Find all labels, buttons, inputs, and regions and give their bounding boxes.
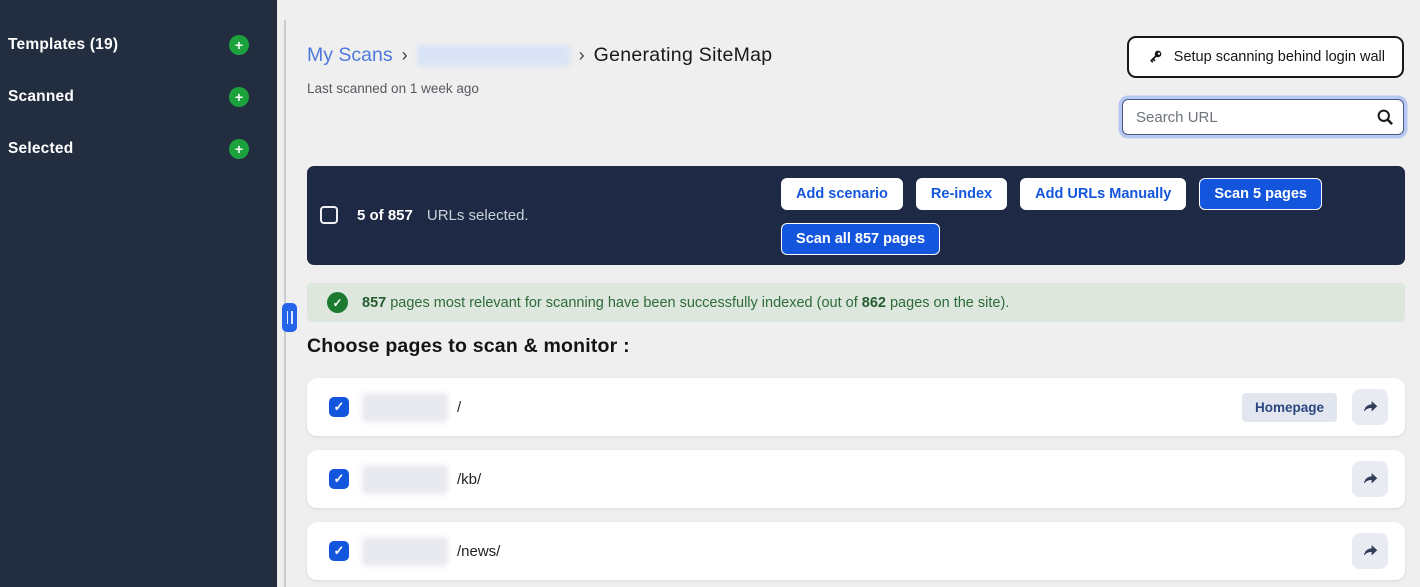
share-arrow-icon [1361, 470, 1380, 489]
success-check-icon: ✓ [327, 292, 348, 313]
table-row: ✓ / Homepage [307, 378, 1405, 436]
redacted-domain [362, 537, 448, 566]
scan-all-count: 857 [855, 231, 879, 247]
last-scanned-text: Last scanned on 1 week ago [307, 81, 479, 96]
scan-selected-pages-button[interactable]: Scan 5 pages [1199, 178, 1322, 210]
add-scanned-button[interactable]: + [229, 87, 249, 107]
indexed-count: 857 [362, 295, 386, 311]
table-row: ✓ /news/ [307, 522, 1405, 580]
total-pages-count: 862 [862, 295, 886, 311]
page-title: Choose pages to scan & monitor : [307, 335, 630, 358]
url-path: / [457, 399, 461, 416]
index-success-banner: ✓ 857 pages most relevant for scanning h… [307, 283, 1405, 322]
setup-login-wall-button[interactable]: Setup scanning behind login wall [1127, 36, 1404, 78]
chevron-right-icon: › [579, 45, 585, 66]
check-icon: ✓ [334, 471, 345, 487]
add-scenario-button[interactable]: Add scenario [781, 178, 903, 210]
url-path: /kb/ [457, 471, 481, 488]
check-icon: ✓ [334, 399, 345, 415]
plus-icon: + [235, 88, 243, 106]
select-all-checkbox[interactable] [320, 206, 338, 224]
sidebar-item-scanned[interactable]: Scanned + [8, 86, 249, 108]
selected-count: 5 of 857 [357, 207, 413, 224]
row-checkbox[interactable]: ✓ [329, 397, 349, 417]
chevron-right-icon: › [402, 45, 408, 66]
main-content: My Scans › › Generating SiteMap Last sca… [277, 0, 1420, 587]
redacted-domain [362, 393, 448, 422]
breadcrumb-link-my-scans[interactable]: My Scans [307, 44, 393, 67]
breadcrumb-current: Generating SiteMap [594, 44, 773, 67]
check-icon: ✓ [334, 543, 345, 559]
reindex-button[interactable]: Re-index [916, 178, 1007, 210]
sidebar-item-selected[interactable]: Selected + [8, 138, 249, 160]
open-url-button[interactable] [1352, 533, 1388, 569]
selection-summary: 5 of 857 URLs selected. [320, 206, 529, 224]
url-list: ✓ / Homepage ✓ /kb/ [307, 378, 1405, 587]
key-icon [1146, 48, 1164, 66]
share-arrow-icon [1361, 398, 1380, 417]
table-row: ✓ /kb/ [307, 450, 1405, 508]
url-path: /news/ [457, 543, 500, 560]
sidebar-item-label: Scanned [8, 88, 74, 106]
panel-resize-handle[interactable] [282, 303, 297, 332]
banner-text: 857 pages most relevant for scanning hav… [362, 295, 1009, 311]
selected-label: URLs selected. [427, 207, 529, 224]
add-selected-button[interactable]: + [229, 139, 249, 159]
sidebar: Templates (19) + Scanned + Selected + [0, 0, 277, 587]
search-box [1122, 99, 1404, 135]
search-input[interactable] [1122, 99, 1404, 135]
row-checkbox[interactable]: ✓ [329, 541, 349, 561]
redacted-site-name[interactable] [417, 45, 570, 66]
breadcrumb: My Scans › › Generating SiteMap [307, 44, 772, 67]
scan-all-pages-button[interactable]: Scan all 857 pages [781, 223, 940, 255]
open-url-button[interactable] [1352, 461, 1388, 497]
open-url-button[interactable] [1352, 389, 1388, 425]
row-checkbox[interactable]: ✓ [329, 469, 349, 489]
plus-icon: + [235, 36, 243, 54]
sidebar-item-label: Selected [8, 140, 73, 158]
add-urls-manually-button[interactable]: Add URLs Manually [1020, 178, 1186, 210]
search-icon [1375, 107, 1395, 127]
plus-icon: + [235, 140, 243, 158]
app-window: Templates (19) + Scanned + Selected + My… [0, 0, 1420, 587]
setup-button-label: Setup scanning behind login wall [1174, 49, 1385, 65]
selection-toolbar: 5 of 857 URLs selected. Add scenario Re-… [307, 166, 1405, 265]
share-arrow-icon [1361, 542, 1380, 561]
add-template-button[interactable]: + [229, 35, 249, 55]
redacted-domain [362, 465, 448, 494]
sidebar-item-templates[interactable]: Templates (19) + [8, 34, 249, 56]
sidebar-item-label: Templates (19) [8, 36, 118, 54]
toolbar-buttons: Add scenario Re-index Add URLs Manually … [781, 178, 1322, 255]
homepage-badge: Homepage [1242, 393, 1337, 422]
